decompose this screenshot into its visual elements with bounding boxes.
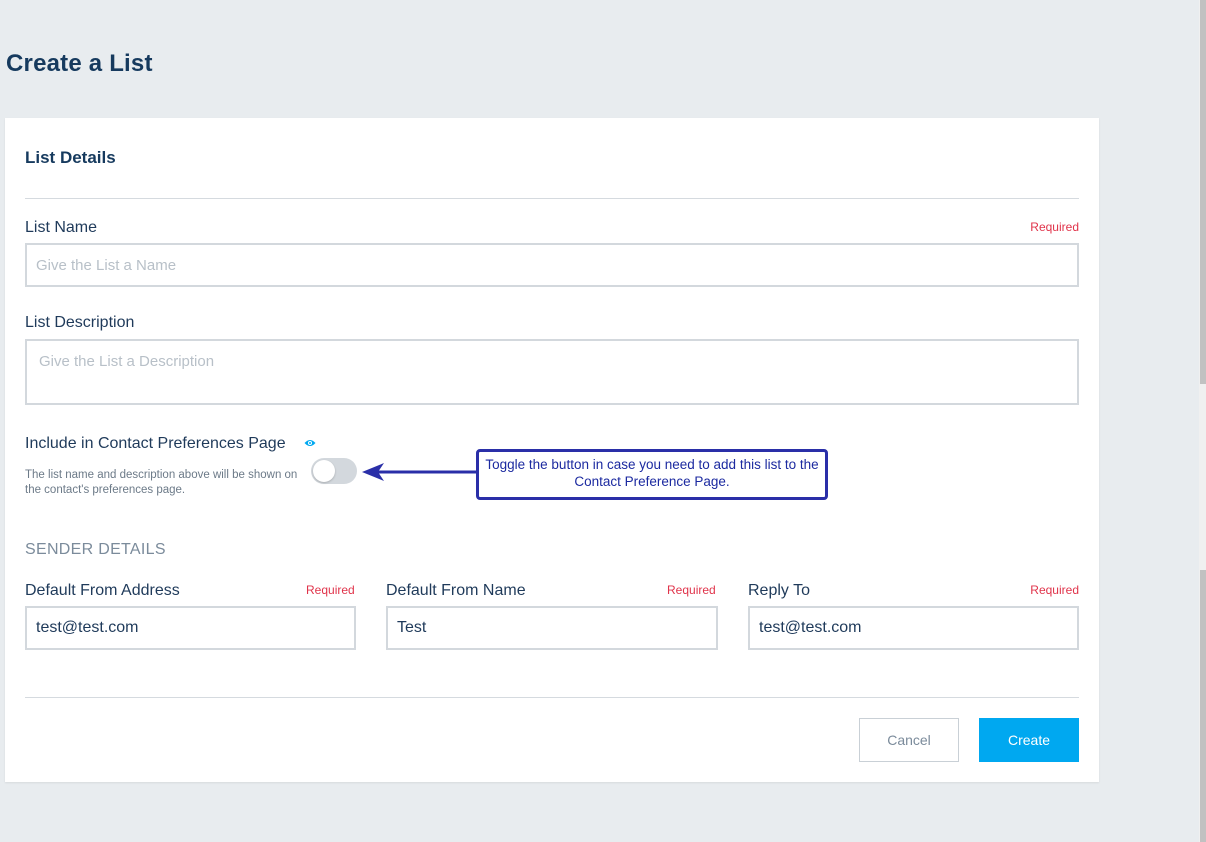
- annotation-callout: Toggle the button in case you need to ad…: [476, 449, 828, 500]
- scrollbar-thumb[interactable]: [1200, 0, 1206, 384]
- from-address-label: Default From Address: [25, 582, 180, 599]
- preferences-toggle[interactable]: [311, 458, 357, 484]
- preferences-label: Include in Contact Preferences Page: [25, 435, 286, 452]
- sender-details-title: SENDER DETAILS: [25, 541, 166, 558]
- create-button[interactable]: Create: [979, 718, 1079, 762]
- list-name-label: List Name: [25, 219, 98, 236]
- from-address-required: Required: [306, 583, 355, 597]
- divider-bottom: [25, 697, 1079, 698]
- divider-top: [25, 198, 1079, 199]
- list-description-label: List Description: [25, 314, 135, 331]
- page: Create a List List Details List Name Req…: [0, 0, 1206, 842]
- cancel-button[interactable]: Cancel: [859, 718, 959, 762]
- reply-to-label: Reply To: [748, 582, 810, 599]
- page-title: Create a List: [6, 50, 153, 77]
- list-description-textarea[interactable]: Give the List a Description: [25, 339, 1079, 405]
- list-name-required: Required: [1030, 220, 1079, 234]
- annotation-arrow-icon: [362, 463, 476, 481]
- toggle-knob: [313, 460, 335, 482]
- reply-to-required: Required: [1030, 583, 1079, 597]
- from-name-label: Default From Name: [386, 582, 526, 599]
- list-details-title: List Details: [25, 148, 116, 167]
- eye-icon[interactable]: [304, 438, 316, 448]
- from-name-input[interactable]: Test: [386, 606, 718, 650]
- scrollbar-thumb-lower: [1200, 570, 1206, 842]
- list-name-input[interactable]: Give the List a Name: [25, 243, 1079, 287]
- preferences-help-text: The list name and description above will…: [25, 469, 298, 496]
- reply-to-input[interactable]: test@test.com: [748, 606, 1079, 650]
- from-address-input[interactable]: test@test.com: [25, 606, 356, 650]
- from-name-required: Required: [667, 583, 716, 597]
